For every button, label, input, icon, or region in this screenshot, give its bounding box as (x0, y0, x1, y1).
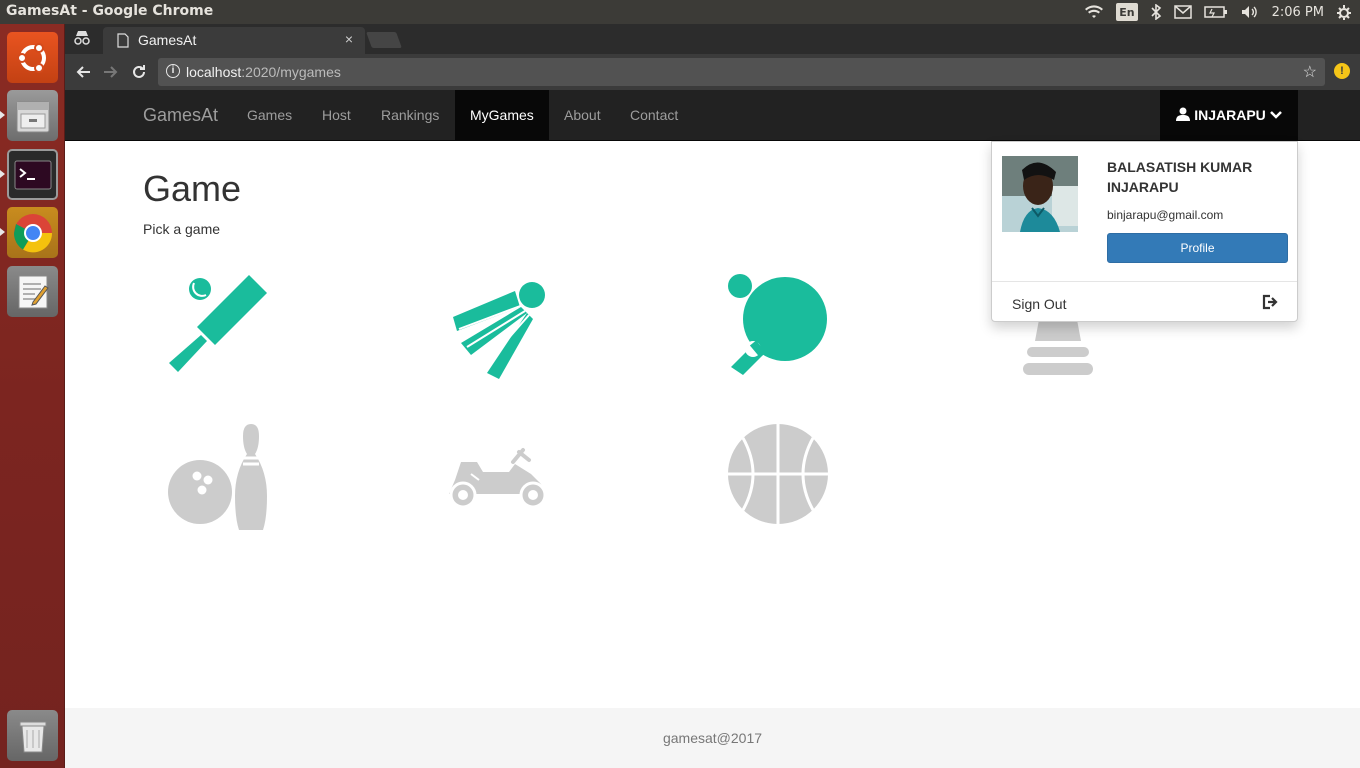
window-title: GamesAt - Google Chrome (6, 3, 214, 19)
clock[interactable]: 2:06 PM (1272, 3, 1324, 21)
tab-close-icon[interactable]: × (345, 31, 353, 47)
text-editor-icon[interactable] (7, 266, 58, 317)
browser-tab[interactable]: GamesAt × (103, 27, 365, 54)
site-info-icon[interactable]: i (166, 64, 180, 78)
game-table-tennis[interactable] (723, 269, 833, 379)
basketball-icon (728, 424, 828, 524)
user-full-name: BALASATISH KUMAR INJARAPU (1107, 159, 1253, 195)
address-bar[interactable]: i localhost:2020/mygames ☆ (158, 58, 1325, 86)
sign-out-link[interactable]: Sign Out (1012, 296, 1066, 312)
page-footer: gamesat@2017 (65, 708, 1360, 768)
incognito-icon (73, 29, 91, 52)
game-bowling[interactable] (163, 422, 273, 532)
user-menu-label: INJARAPU (1194, 107, 1266, 123)
page-subtitle: Pick a game (143, 221, 221, 237)
game-go-kart[interactable] (443, 422, 553, 532)
system-top-panel: GamesAt - Google Chrome En 2:06 PM (0, 0, 1360, 24)
wifi-icon[interactable] (1084, 3, 1104, 21)
volume-icon[interactable] (1240, 3, 1260, 21)
cricket-icon (169, 275, 267, 372)
terminal-icon[interactable] (7, 149, 58, 200)
game-cricket[interactable] (163, 269, 273, 379)
tab-title: GamesAt (138, 32, 197, 48)
trash-icon[interactable] (7, 710, 58, 761)
user-dropdown-menu: BALASATISH KUMAR INJARAPU binjarapu@gmai… (991, 141, 1298, 322)
game-badminton[interactable] (443, 269, 553, 379)
user-icon (1176, 107, 1191, 124)
url-text: localhost:2020/mygames (186, 64, 341, 80)
nav-link-games[interactable]: Games (232, 90, 307, 140)
keyboard-language-indicator[interactable]: En (1116, 3, 1138, 21)
site-navbar: GamesAt Games Host Rankings MyGames Abou… (65, 90, 1360, 141)
nav-link-host[interactable]: Host (307, 90, 366, 140)
chrome-icon[interactable] (7, 207, 58, 258)
files-icon[interactable] (7, 90, 58, 141)
page-title: Game (143, 168, 242, 209)
sign-out-icon[interactable] (1261, 293, 1279, 311)
nav-link-mygames[interactable]: MyGames (455, 90, 549, 140)
avatar (1002, 156, 1078, 232)
ubuntu-dash-icon[interactable] (7, 32, 58, 83)
mail-icon[interactable] (1173, 3, 1192, 21)
battery-icon[interactable] (1203, 3, 1228, 21)
url-path: :2020/mygames (241, 64, 341, 80)
chevron-down-icon (1269, 107, 1282, 123)
badminton-icon (453, 282, 545, 379)
new-tab-button[interactable] (366, 32, 402, 48)
profile-button[interactable]: Profile (1107, 233, 1288, 263)
dropdown-divider (992, 281, 1297, 282)
user-email: binjarapu@gmail.com (1107, 208, 1224, 222)
gear-icon[interactable] (1336, 3, 1352, 21)
reload-icon[interactable] (128, 61, 150, 83)
browser-tabstrip: GamesAt × (65, 24, 1360, 54)
browser-toolbar: i localhost:2020/mygames ☆ ! (65, 54, 1360, 90)
url-host: localhost (186, 64, 242, 80)
site-brand[interactable]: GamesAt (143, 105, 218, 126)
nav-link-contact[interactable]: Contact (615, 90, 693, 140)
web-page: GamesAt Games Host Rankings MyGames Abou… (65, 90, 1360, 768)
bowling-icon (168, 424, 267, 530)
table-tennis-icon (728, 274, 827, 375)
user-menu-toggle[interactable]: INJARAPU (1160, 90, 1298, 140)
bluetooth-icon[interactable] (1150, 3, 1162, 21)
nav-link-about[interactable]: About (549, 90, 616, 140)
go-kart-icon (449, 448, 547, 509)
page-icon (117, 33, 129, 51)
nav-link-rankings[interactable]: Rankings (366, 90, 454, 140)
game-basketball[interactable] (723, 422, 833, 532)
back-icon[interactable] (72, 61, 94, 83)
unity-launcher (0, 24, 65, 768)
bookmark-star-icon[interactable]: ☆ (1303, 62, 1317, 82)
extension-icon[interactable]: ! (1334, 63, 1350, 79)
forward-icon[interactable] (100, 61, 122, 83)
